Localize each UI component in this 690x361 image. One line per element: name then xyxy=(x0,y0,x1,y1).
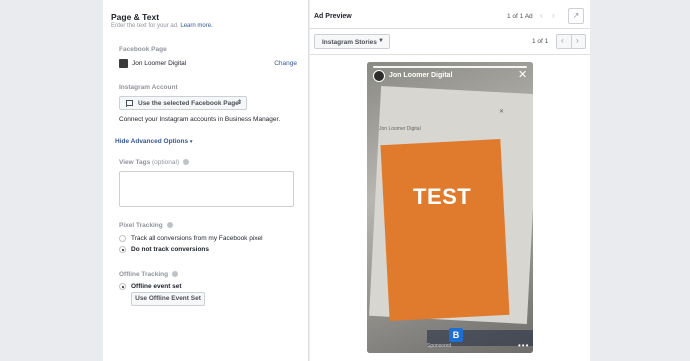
ad-preview-title: Ad Preview xyxy=(314,13,352,20)
instagram-account-label: Instagram Account xyxy=(119,84,178,91)
radio-button[interactable] xyxy=(119,235,126,242)
ad-count: 1 of 1 Ad xyxy=(507,13,533,20)
story-headline: TEST xyxy=(413,184,472,209)
divider xyxy=(310,28,590,29)
info-icon[interactable] xyxy=(182,159,189,165)
flag-icon xyxy=(126,100,133,107)
caret-updown-icon: ⇕ xyxy=(236,100,242,106)
facebook-page-row: Jon Loomer Digital Change xyxy=(119,59,297,69)
radio-button-selected[interactable] xyxy=(119,283,126,290)
offline-tracking-label: Offline Tracking xyxy=(119,271,178,278)
divider xyxy=(310,54,590,55)
chevron-right-icon[interactable]: › xyxy=(576,36,579,45)
radio-button-selected[interactable] xyxy=(119,246,126,253)
page-avatar xyxy=(119,59,128,68)
story-account-name: Jon Loomer Digital xyxy=(389,72,453,79)
use-offline-event-set-button[interactable]: Use Offline Event Set xyxy=(131,292,205,306)
view-tags-optional: (optional) xyxy=(152,159,180,166)
view-tags-input[interactable] xyxy=(119,171,294,207)
info-icon[interactable] xyxy=(171,271,178,277)
caret-down-icon: ▾ xyxy=(189,139,193,145)
connect-instagram-text: Connect your Instagram accounts in Busin… xyxy=(119,116,281,123)
story-orange-card xyxy=(380,138,510,322)
sponsored-label: Sponsored xyxy=(427,343,452,349)
preview-page-count: 1 of 1 xyxy=(532,38,549,45)
pixel-tracking-title: Pixel Tracking xyxy=(119,222,163,229)
instagram-select-label: Use the selected Facebook Page xyxy=(138,100,239,107)
subtitle-text: Enter the text for your ad. xyxy=(111,23,179,29)
chevron-left-icon[interactable]: ‹ xyxy=(540,11,543,20)
page-name: Jon Loomer Digital xyxy=(132,60,187,67)
offline-tracking-title: Offline Tracking xyxy=(119,271,169,278)
story-progress-bar xyxy=(373,66,527,68)
chevron-right-icon[interactable]: › xyxy=(552,11,555,20)
panel-subtitle: Enter the text for your ad. Learn more. xyxy=(111,23,213,29)
radio-label: Track all conversions from my Facebook p… xyxy=(131,235,263,242)
facebook-page-label: Facebook Page xyxy=(119,46,167,53)
panel-title: Page & Text xyxy=(111,12,160,22)
preview-nav: ‹ › xyxy=(556,34,586,49)
view-tags-label: View Tags (optional) xyxy=(119,159,189,166)
external-link-icon: ↗ xyxy=(572,11,580,20)
ad-preview-panel: Ad Preview 1 of 1 Ad ‹ › ↗ Instagram Sto… xyxy=(310,0,590,361)
caret-down-icon: ▼ xyxy=(378,38,384,44)
story-inner-account-name: Jon Loomer Digital xyxy=(379,126,421,132)
advanced-link-label: Hide Advanced Options xyxy=(115,138,189,145)
hide-advanced-options-link[interactable]: Hide Advanced Options ▾ xyxy=(115,138,192,145)
more-icon[interactable]: ••• xyxy=(518,341,529,350)
placement-dropdown[interactable]: Instagram Stories ▼ xyxy=(314,34,390,49)
radio-label: Do not track conversions xyxy=(131,246,210,253)
story-avatar xyxy=(373,70,385,82)
open-external-button[interactable]: ↗ xyxy=(568,8,584,24)
pixel-tracking-label: Pixel Tracking xyxy=(119,222,173,229)
inner-close-icon: ✕ xyxy=(499,109,505,115)
learn-more-link[interactable]: Learn more. xyxy=(180,23,212,29)
dock-app-icon: B xyxy=(449,328,463,342)
placement-label: Instagram Stories xyxy=(322,38,377,46)
instagram-account-select[interactable]: Use the selected Facebook Page ⇕ xyxy=(119,96,247,110)
radio-label: Offline event set xyxy=(131,283,182,290)
close-icon[interactable]: ✕ xyxy=(518,68,527,81)
chevron-left-icon[interactable]: ‹ xyxy=(561,36,564,45)
page-text-panel: Page & Text Enter the text for your ad. … xyxy=(103,0,309,361)
instagram-story-preview: TEST Jon Loomer Digital ✕ Jon Loomer Dig… xyxy=(367,62,533,353)
info-icon[interactable] xyxy=(166,222,173,228)
divider xyxy=(571,35,572,48)
view-tags-title: View Tags xyxy=(119,159,151,166)
change-page-link[interactable]: Change xyxy=(274,60,297,67)
